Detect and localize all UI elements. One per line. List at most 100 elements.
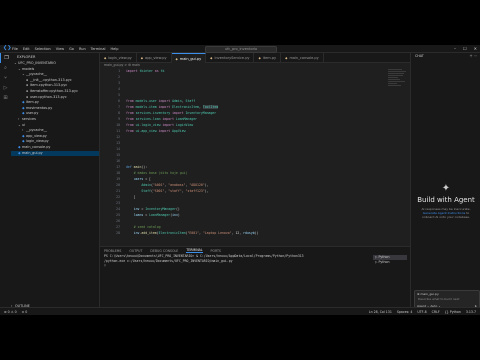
terminal-session[interactable]: ▷ Python — [373, 260, 407, 265]
line-number: 15 — [116, 153, 120, 157]
tree-item-label: __pycache__ — [26, 72, 47, 77]
code-line: loans = LoanManager(inv) — [133, 213, 180, 217]
file-tree: ⌄UFC_PRO_INVENTARIO ⌄models ⌄__pycache__ ▪ _… — [11, 61, 99, 157]
minimap[interactable] — [388, 68, 410, 128]
tree-item-label: ui — [22, 122, 26, 127]
status-item[interactable]: Ln 28, Col 131 — [369, 310, 392, 314]
code-line: inv.add_item(ElectronicItem("E001", "Lap… — [133, 231, 259, 235]
code-editor[interactable]: 1 import tkinter as tk 2 3 4 5 6 from models.us… — [100, 68, 400, 246]
line-number: 16 — [116, 159, 120, 163]
status-item[interactable]: ⊙ 0 — [22, 310, 28, 314]
editor-tab[interactable]: ◆ login_view.py — [100, 53, 137, 62]
status-bar: ⊗ 0 ⚠ 0 ⊙ 0 Ln 28, Col 131 Spaces: 4 UTF-8 C… — [0, 307, 480, 315]
line-number: 3 — [118, 81, 120, 85]
menu-go[interactable]: Go — [69, 47, 74, 51]
editor-tab[interactable]: ◆ app_view.py — [137, 53, 172, 62]
panel-tab[interactable]: OUTPUT — [129, 249, 142, 253]
search-icon[interactable]: ⌕ — [0, 63, 11, 73]
command-center[interactable]: ufc_pro_inventorio — [205, 46, 277, 53]
code-line: Staff("S001", "staff", "staff123"), — [141, 189, 209, 193]
status-item[interactable]: UTF-8 — [417, 310, 426, 314]
editor-tab[interactable]: ◆ item.py — [254, 53, 282, 62]
chat-agent-icon: ✦ — [441, 183, 451, 194]
menu-view[interactable]: View — [56, 47, 64, 51]
source-control-icon[interactable]: ⑂ — [0, 73, 11, 83]
line-number: 12 — [116, 135, 120, 139]
line-number: 21 — [116, 189, 120, 193]
chat-actions-icon[interactable]: ＋ ⋯ — [469, 53, 477, 60]
tree-item-label: main_console.py — [22, 144, 51, 149]
line-number: 23 — [116, 201, 120, 205]
status-item[interactable]: 3.13.7 — [466, 310, 476, 314]
menu-edit[interactable]: Edit — [23, 47, 30, 51]
maximize-icon[interactable]: ☐ — [463, 46, 467, 51]
menu-help[interactable]: Help — [110, 47, 118, 51]
status-item[interactable]: Spaces: 4 — [397, 310, 413, 314]
menu-selection[interactable]: Selection — [35, 47, 51, 51]
status-item[interactable]: CRLF — [432, 310, 440, 314]
panel-tabs: PROBLEMS OUTPUT DEBUG CONSOLE TERMINAL PORTS — [100, 247, 410, 254]
extensions-icon[interactable]: ⊞ — [0, 93, 11, 103]
explorer-header: EXPLORER — [17, 55, 36, 59]
chat-header: CHAT ＋ ⋯ — [411, 53, 480, 60]
window-controls: – ☐ ✕ — [454, 45, 477, 52]
chat-subtitle: AI responses may be inaccurate. Generate… — [421, 207, 471, 219]
editor-tab-label: login_view.py — [108, 55, 132, 60]
line-number: 17 — [116, 165, 120, 169]
menu-terminal[interactable]: Terminal — [91, 47, 106, 51]
panel-tab[interactable]: DEBUG CONSOLE — [150, 249, 178, 253]
tree-item-label: user.cpython-313.pyc — [30, 94, 67, 99]
tree-item-label: movimentos.py — [26, 105, 53, 110]
tree-item[interactable]: ◆main_gui.py — [11, 150, 99, 157]
chat-input[interactable]: Describe what to build next — [415, 297, 479, 301]
tree-item-label: __pycache__ — [26, 128, 47, 133]
minimize-icon[interactable]: – — [454, 46, 456, 51]
line-number: 4 — [118, 87, 120, 91]
python-file-icon: ◆ — [285, 55, 288, 60]
code-line: Admin("A001", "anaboss", "ADO120"), — [141, 183, 209, 187]
line-number: 2 — [118, 75, 120, 79]
panel-tab[interactable]: TERMINAL — [186, 248, 203, 253]
run-debug-icon[interactable]: ▷ — [0, 83, 11, 93]
vscode-logo-icon: ❮❯ — [3, 45, 12, 51]
editor-tab[interactable]: ◆ main_gui.py — [171, 53, 207, 63]
code-line: import tkinter as tk — [126, 69, 165, 73]
code-line: def main(): — [126, 165, 148, 169]
tree-item-label: login_view.py — [26, 139, 49, 144]
line-number: 14 — [116, 147, 120, 151]
tree-item-label: models — [22, 66, 35, 71]
line-number: 8 — [118, 111, 120, 115]
code-line: # dados base (dito hoje gui) — [133, 171, 188, 175]
code-line: inv = InventoryManager() — [133, 207, 180, 211]
menu-run[interactable]: Run — [79, 47, 86, 51]
line-number: 18 — [116, 171, 120, 175]
editor-tab-label: item.py — [262, 55, 277, 60]
line-number: 5 — [118, 93, 120, 97]
panel-tab[interactable]: PORTS — [211, 249, 221, 253]
line-number: 10 — [116, 123, 120, 127]
code-line: # seed catalog — [133, 225, 161, 229]
editor-tab[interactable]: ◆ main_console.py — [281, 53, 324, 62]
title-bar: ❮❯ File Edit Selection View Go Run Termi… — [0, 45, 480, 53]
editor-tabs: ◆ login_view.py ◆ app_view.py ◆ main_gui.py ◆ i… — [100, 53, 410, 63]
menu-file[interactable]: File — [12, 47, 18, 51]
python-file-icon: ◆ — [175, 56, 178, 61]
status-item[interactable]: ⊗ 0 ⚠ 0 — [4, 310, 17, 314]
editor-tab[interactable]: ◆ inventoryService.py — [206, 53, 255, 62]
close-icon[interactable]: ✕ — [474, 46, 477, 51]
status-item[interactable]: {} Python — [445, 310, 461, 314]
terminal-output[interactable]: PS C:\Users\heuuu\Documents\UFC_PRO_INVE… — [100, 254, 410, 268]
panel-tab[interactable]: PROBLEMS — [104, 249, 121, 253]
tree-item-label: item.py — [26, 100, 39, 105]
tree-item-label: user.py — [26, 111, 39, 116]
chat-header-label: CHAT — [415, 54, 424, 58]
python-file-icon: ◆ — [104, 55, 107, 60]
status-left: ⊗ 0 ⚠ 0 ⊙ 0 — [0, 310, 31, 314]
terminal-session-list: ▷ Python ▷ Python — [373, 255, 407, 265]
code-line: from services.loan import LoanManager — [126, 117, 198, 121]
code-line: from services.inventory import Inventory… — [126, 111, 217, 115]
line-number: 27 — [116, 225, 120, 229]
editor-tab-label: app_view.py — [145, 55, 167, 60]
line-number: 7 — [118, 105, 120, 109]
status-right: Ln 28, Col 131 Spaces: 4 UTF-8 CRLF {} Pytho… — [365, 310, 480, 314]
